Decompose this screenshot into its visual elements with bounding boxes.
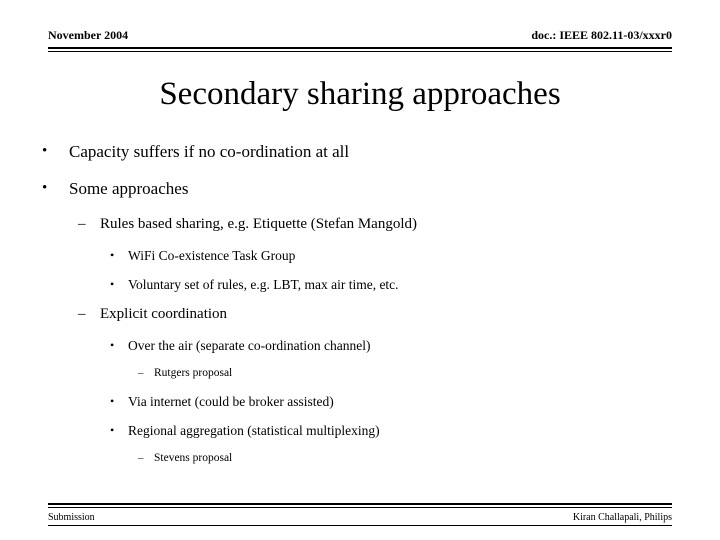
list-item-text: Over the air (separate co-ordination cha… [128, 338, 371, 353]
header-divider-thick [48, 47, 672, 49]
dash-marker: – [138, 367, 144, 379]
list-item-text: Rutgers proposal [154, 367, 233, 379]
slide-header: November 2004 doc.: IEEE 802.11-03/xxxr0 [48, 27, 672, 53]
header-doc-reference: doc.: IEEE 802.11-03/xxxr0 [531, 28, 672, 42]
bullet-marker: • [110, 248, 115, 262]
list-item: – Stevens proposal [138, 450, 690, 477]
list-item-text: Regional aggregation (statistical multip… [128, 423, 380, 438]
list-item-text: Via internet (could be broker assisted) [128, 394, 334, 409]
list-item: • WiFi Co-existence Task Group [110, 246, 690, 275]
list-item: • Voluntary set of rules, e.g. LBT, max … [110, 275, 690, 304]
dash-marker: – [78, 216, 86, 232]
list-item-text: Capacity suffers if no co-ordination at … [69, 142, 350, 161]
list-item-text: WiFi Co-existence Task Group [128, 248, 296, 263]
header-date: November 2004 [48, 28, 129, 42]
list-item: • Some approaches [42, 177, 690, 214]
dash-marker: – [138, 452, 144, 464]
list-item-text: Explicit coordination [100, 306, 228, 322]
list-item-text: Some approaches [69, 179, 189, 198]
footer-submission-label: Submission [48, 512, 95, 523]
footer-divider-thick [48, 503, 672, 505]
list-item: • Over the air (separate co-ordination c… [110, 336, 690, 365]
list-item-text: Stevens proposal [154, 452, 233, 464]
list-item: – Explicit coordination [78, 304, 690, 336]
bullet-marker: • [110, 394, 115, 408]
footer-underline [48, 525, 672, 526]
list-item: – Rules based sharing, e.g. Etiquette (S… [78, 214, 690, 246]
bullet-marker: • [42, 143, 48, 159]
bullet-marker: • [110, 423, 115, 437]
list-item: • Capacity suffers if no co-ordination a… [42, 140, 690, 177]
slide-body-list: • Capacity suffers if no co-ordination a… [30, 140, 690, 477]
list-item: – Rutgers proposal [138, 365, 690, 392]
bullet-marker: • [110, 338, 115, 352]
slide: November 2004 doc.: IEEE 802.11-03/xxxr0… [0, 0, 720, 540]
footer-author: Kiran Challapali, Philips [572, 512, 672, 523]
list-item-text: Rules based sharing, e.g. Etiquette (Ste… [100, 216, 418, 232]
bullet-marker: • [110, 277, 115, 291]
header-divider-thin [48, 51, 672, 52]
list-item-text: Voluntary set of rules, e.g. LBT, max ai… [128, 277, 399, 292]
list-item: • Regional aggregation (statistical mult… [110, 421, 690, 450]
list-item: • Via internet (could be broker assisted… [110, 392, 690, 421]
dash-marker: – [78, 306, 86, 322]
slide-title: Secondary sharing approaches [159, 76, 561, 112]
footer-divider-thin [48, 507, 672, 508]
bullet-marker: • [42, 180, 48, 196]
